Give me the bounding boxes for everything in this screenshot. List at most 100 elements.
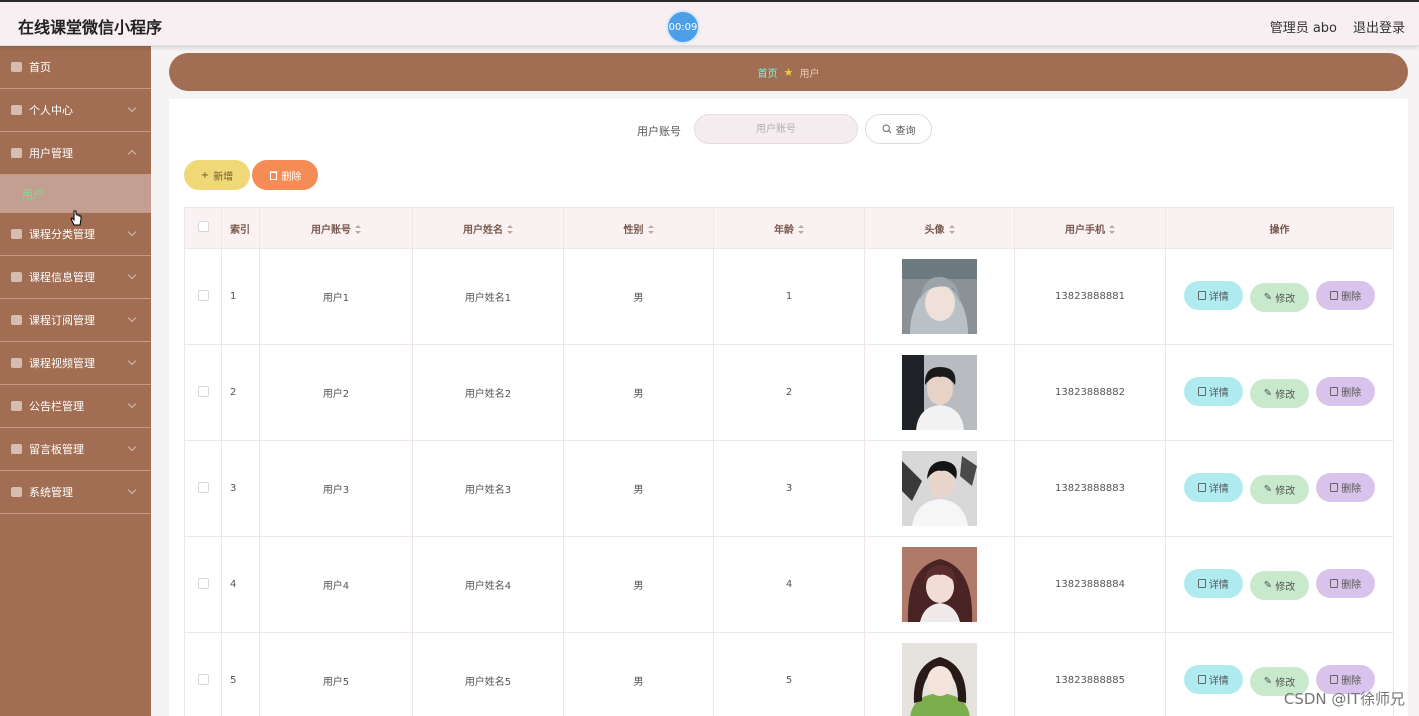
row-select-cell <box>184 344 222 441</box>
index-cell: 5 <box>221 632 260 716</box>
age-cell: 5 <box>713 632 865 716</box>
column-header-gender[interactable]: 性别 <box>563 207 714 249</box>
search-input[interactable] <box>694 114 858 144</box>
select-all-cell <box>184 207 222 249</box>
query-button[interactable]: 查询 <box>865 114 932 144</box>
search-icon <box>881 124 891 134</box>
detail-button[interactable]: 详情 <box>1183 281 1243 310</box>
trash-icon <box>1330 579 1339 588</box>
age-cell: 2 <box>713 344 865 441</box>
row-checkbox[interactable] <box>197 673 209 685</box>
row-checkbox[interactable] <box>197 577 209 589</box>
phone-cell: 13823888885 <box>1014 632 1166 716</box>
chevron-down-icon <box>127 399 137 409</box>
detail-button[interactable]: 详情 <box>1183 569 1243 598</box>
sidebar-item-label: 公告栏管理 <box>29 400 84 413</box>
sort-icon[interactable] <box>355 225 361 234</box>
row-select-cell <box>184 440 222 537</box>
sidebar-item-profile[interactable]: 个人中心 <box>0 89 151 132</box>
user-table: 索引 用户账号 用户姓名 性别 年龄 头像 用户手机 操作 1 用户1 用户姓名… <box>184 207 1394 716</box>
edit-button[interactable]: ✎ 修改 <box>1250 283 1309 312</box>
row-checkbox[interactable] <box>197 289 209 301</box>
settings-icon <box>11 487 22 497</box>
detail-button[interactable]: 详情 <box>1183 665 1243 694</box>
trash-icon <box>269 171 277 180</box>
sort-icon[interactable] <box>1109 225 1115 234</box>
avatar[interactable] <box>902 643 977 716</box>
table-row: 5 用户5 用户姓名5 男 5 13823888885 详情 ✎ 修改 删除 <box>184 632 1394 716</box>
account-cell: 用户2 <box>259 344 413 441</box>
sidebar-item-home[interactable]: 首页 <box>0 46 151 89</box>
chevron-down-icon <box>127 313 137 323</box>
column-header-actions: 操作 <box>1165 207 1394 249</box>
gender-cell: 男 <box>563 248 714 345</box>
document-icon <box>1197 291 1206 300</box>
sidebar-subitem-users[interactable]: 用户 <box>0 175 151 213</box>
pencil-icon: ✎ <box>1263 388 1273 399</box>
edit-button[interactable]: ✎ 修改 <box>1250 571 1309 600</box>
sidebar-item-course-video[interactable]: 课程视频管理 <box>0 342 151 385</box>
column-header-name[interactable]: 用户姓名 <box>412 207 564 249</box>
row-checkbox[interactable] <box>197 481 209 493</box>
row-select-cell <box>184 536 222 633</box>
actions-cell: 详情 ✎ 修改 删除 <box>1165 248 1394 345</box>
delete-button[interactable]: 删除 <box>1316 473 1376 502</box>
delete-label: 删除 <box>1341 676 1362 687</box>
avatar[interactable] <box>902 355 977 430</box>
breadcrumb-current: 用户 <box>799 68 820 80</box>
breadcrumb: 首页 ★ 用户 <box>169 53 1408 91</box>
edit-button[interactable]: ✎ 修改 <box>1250 379 1309 408</box>
gear-icon <box>11 358 22 368</box>
name-cell: 用户姓名5 <box>412 632 564 716</box>
phone-cell: 13823888882 <box>1014 344 1166 441</box>
column-header-account[interactable]: 用户账号 <box>259 207 413 249</box>
delete-button[interactable]: 删除 <box>1316 377 1376 406</box>
sidebar-item-notice-board[interactable]: 公告栏管理 <box>0 385 151 428</box>
avatar-cell <box>864 344 1015 441</box>
column-header-label: 用户手机 <box>1065 224 1105 236</box>
avatar[interactable] <box>902 547 977 622</box>
edit-label: 修改 <box>1275 486 1296 497</box>
select-all-checkbox[interactable] <box>197 221 209 232</box>
document-icon <box>1197 675 1206 684</box>
sidebar-item-label: 课程订阅管理 <box>29 314 95 327</box>
pencil-icon: ✎ <box>1263 676 1273 687</box>
sidebar-item-system[interactable]: 系统管理 <box>0 471 151 514</box>
batch-delete-button[interactable]: 删除 <box>252 160 318 190</box>
add-button[interactable]: + 新增 <box>184 160 250 190</box>
row-checkbox[interactable] <box>197 385 209 397</box>
sort-icon[interactable] <box>507 225 513 234</box>
sort-icon[interactable] <box>647 225 654 234</box>
detail-button[interactable]: 详情 <box>1183 473 1243 502</box>
delete-button[interactable]: 删除 <box>1316 281 1376 310</box>
sidebar-item-message-board[interactable]: 留言板管理 <box>0 428 151 471</box>
index-cell: 4 <box>221 536 260 633</box>
delete-button-label: 删除 <box>281 171 302 183</box>
menu-icon <box>11 401 22 411</box>
logout-link[interactable]: 退出登录 <box>1353 17 1405 36</box>
column-header-avatar[interactable]: 头像 <box>864 207 1015 249</box>
column-header-age[interactable]: 年龄 <box>713 207 865 249</box>
home-icon <box>11 62 22 72</box>
edit-button[interactable]: ✎ 修改 <box>1250 475 1309 504</box>
actions-cell: 详情 ✎ 修改 删除 <box>1165 344 1394 441</box>
app-title: 在线课堂微信小程序 <box>18 18 163 37</box>
detail-button[interactable]: 详情 <box>1183 377 1243 406</box>
delete-button[interactable]: 删除 <box>1316 569 1376 598</box>
sidebar-item-user-management[interactable]: 用户管理 <box>0 132 151 175</box>
sidebar-item-course-info[interactable]: 课程信息管理 <box>0 256 151 299</box>
avatar[interactable] <box>902 451 977 526</box>
column-header-label: 性别 <box>623 224 644 236</box>
sidebar-item-course-subscription[interactable]: 课程订阅管理 <box>0 299 151 342</box>
column-header-phone[interactable]: 用户手机 <box>1014 207 1166 249</box>
account-cell: 用户4 <box>259 536 413 633</box>
avatar[interactable] <box>902 259 977 334</box>
sort-icon[interactable] <box>798 225 804 234</box>
watermark: CSDN @IT徐师兄 <box>1283 690 1405 708</box>
chevron-up-icon <box>127 149 137 159</box>
index-cell: 3 <box>221 440 260 537</box>
breadcrumb-home[interactable]: 首页 <box>758 65 778 80</box>
gender-cell: 男 <box>563 440 714 537</box>
sort-icon[interactable] <box>948 225 955 234</box>
chevron-down-icon <box>127 442 137 452</box>
